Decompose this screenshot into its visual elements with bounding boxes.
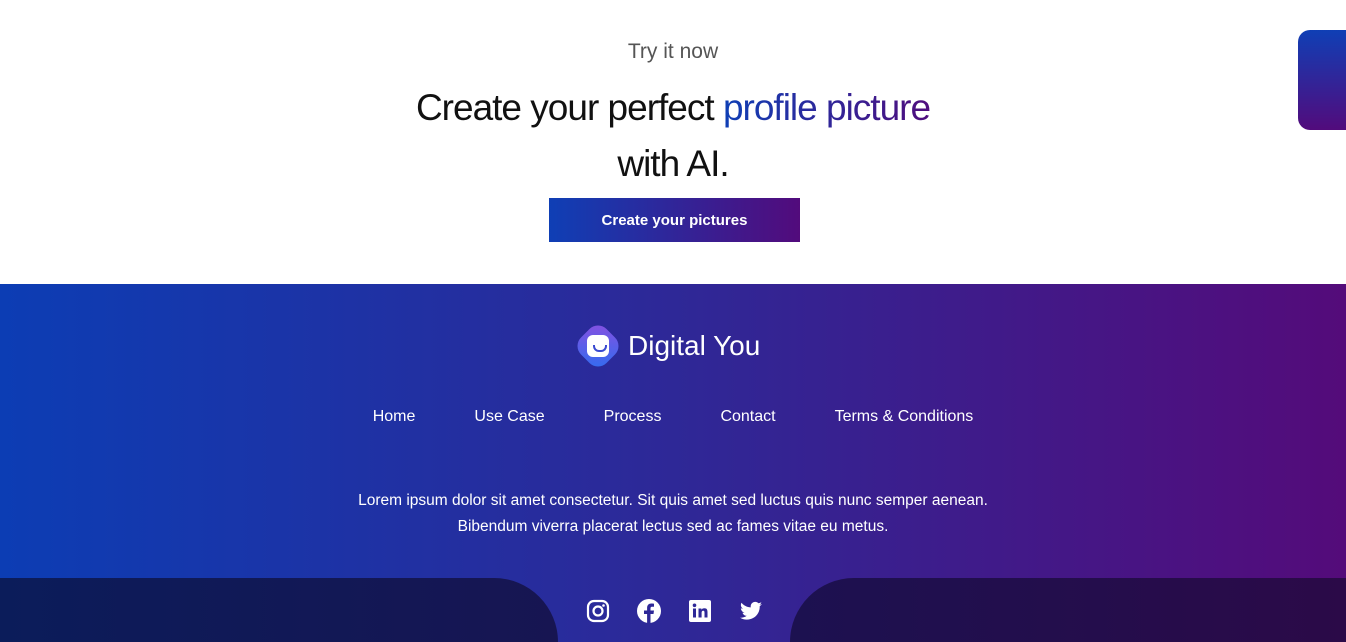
nav-home[interactable]: Home bbox=[373, 408, 416, 426]
create-pictures-button[interactable]: Create your pictures bbox=[549, 198, 800, 242]
decor-left bbox=[0, 578, 558, 642]
logo-icon bbox=[572, 320, 624, 372]
linkedin-icon[interactable] bbox=[688, 599, 712, 623]
hero-title: Create your perfect profile picture with… bbox=[0, 80, 1346, 192]
decor-right bbox=[790, 578, 1346, 642]
footer-nav: Home Use Case Process Contact Terms & Co… bbox=[0, 408, 1346, 426]
hero-section: Try it now Create your perfect profile p… bbox=[0, 0, 1346, 284]
title-part: with AI. bbox=[617, 143, 729, 184]
footer-description: Lorem ipsum dolor sit amet consectetur. … bbox=[0, 488, 1346, 540]
side-tab-button[interactable] bbox=[1298, 30, 1346, 130]
brand[interactable]: Digital You bbox=[572, 320, 761, 372]
facebook-icon[interactable] bbox=[637, 599, 661, 623]
nav-terms[interactable]: Terms & Conditions bbox=[835, 408, 974, 426]
footer: Digital You Home Use Case Process Contac… bbox=[0, 284, 1346, 642]
title-highlight: profile picture bbox=[722, 87, 931, 128]
brand-name: Digital You bbox=[628, 330, 761, 361]
title-part: Create your perfect bbox=[415, 87, 723, 128]
nav-process[interactable]: Process bbox=[604, 408, 662, 426]
nav-contact[interactable]: Contact bbox=[720, 408, 775, 426]
instagram-icon[interactable] bbox=[586, 599, 610, 623]
twitter-icon[interactable] bbox=[739, 599, 763, 623]
social-links bbox=[586, 599, 763, 623]
desc-line: Bibendum viverra placerat lectus sed ac … bbox=[457, 518, 889, 535]
hero-kicker: Try it now bbox=[627, 40, 719, 63]
nav-use-case[interactable]: Use Case bbox=[474, 408, 544, 426]
desc-line: Lorem ipsum dolor sit amet consectetur. … bbox=[358, 492, 988, 509]
